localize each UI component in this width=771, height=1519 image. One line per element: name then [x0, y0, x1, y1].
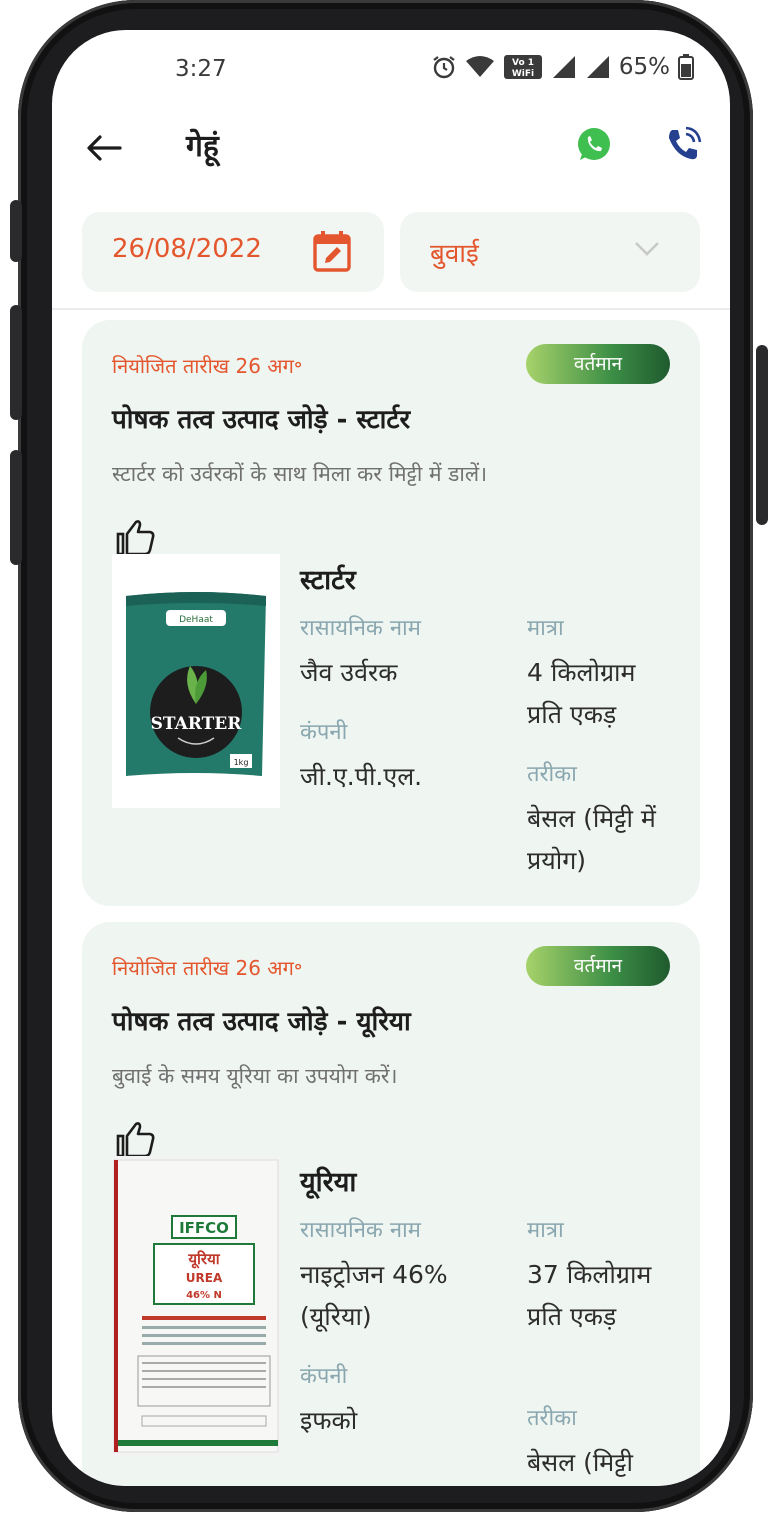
- phone-call-icon[interactable]: [664, 124, 704, 164]
- bag-hindi-text: यूरिया: [187, 1250, 220, 1269]
- svg-text:WiFi: WiFi: [512, 69, 534, 79]
- starter-bag-image: DeHaat STARTER 1kg: [112, 554, 280, 808]
- product-name: स्टार्टर: [300, 565, 356, 596]
- product-name: यूरिया: [300, 1167, 357, 1198]
- method-value: बेसल (मिट्टी में प्रयोग): [527, 804, 656, 875]
- quantity-label: मात्रा: [527, 1218, 564, 1243]
- status-time: 3:27: [175, 56, 227, 82]
- task-card[interactable]: नियोजित तारीख 26 अग॰ वर्तमान पोषक तत्व उ…: [82, 320, 700, 906]
- app-header: गेहूं: [52, 110, 730, 200]
- task-description: स्टार्टर को उर्वरकों के साथ मिला कर मिट्…: [112, 462, 488, 486]
- volte-wifi-icon: Vo 1 WiFi: [503, 55, 542, 79]
- scheduled-date: नियोजित तारीख 26 अग॰: [112, 354, 303, 378]
- scheduled-date: नियोजित तारीख 26 अग॰: [112, 956, 303, 980]
- quantity-value: 37 किलोग्राम प्रति एकड़: [527, 1260, 652, 1331]
- volume-button: [10, 200, 22, 262]
- battery-icon: [678, 54, 694, 80]
- method-label: तरीका: [527, 762, 577, 787]
- signal-icon: [586, 56, 609, 78]
- bag-weight-text: 1kg: [234, 758, 249, 767]
- quantity-label: मात्रा: [527, 616, 564, 641]
- bag-label-text: STARTER: [151, 714, 243, 734]
- bag-brand-text: DeHaat: [179, 615, 213, 625]
- task-description: बुवाई के समय यूरिया का उपयोग करें।: [112, 1064, 398, 1088]
- chevron-down-icon: [635, 242, 659, 256]
- bag-label-text: UREA: [186, 1271, 223, 1285]
- task-card[interactable]: नियोजित तारीख 26 अग॰ वर्तमान पोषक तत्व उ…: [82, 922, 700, 1486]
- chemical-name-label: रासायनिक नाम: [300, 616, 421, 641]
- quantity-value: 4 किलोग्राम प्रति एकड़: [527, 658, 636, 729]
- stage-value: बुवाई: [430, 239, 479, 269]
- company-label: कंपनी: [300, 1364, 348, 1389]
- chemical-name-label: रासायनिक नाम: [300, 1218, 421, 1243]
- task-title: पोषक तत्व उत्पाद जोड़े - यूरिया: [112, 1007, 411, 1037]
- stage-dropdown[interactable]: बुवाई: [400, 212, 700, 292]
- wifi-icon: [465, 56, 494, 77]
- svg-text:Vo 1: Vo 1: [512, 58, 534, 68]
- chemical-name-value: नाइट्रोजन 46% (यूरिया): [300, 1260, 448, 1331]
- date-picker[interactable]: 26/08/2022: [82, 212, 384, 292]
- filter-bar: 26/08/2022 बुवाई: [52, 212, 730, 310]
- thumbs-up-icon[interactable]: [116, 518, 164, 556]
- power-button: [756, 345, 768, 525]
- company-value: जी.ए.पी.एल.: [300, 762, 423, 791]
- urea-bag-image: IFFCO यूरिया UREA 46% N: [112, 1156, 280, 1456]
- signal-icon: [552, 56, 575, 78]
- method-value: बेसल (मिट्टी: [527, 1448, 633, 1477]
- calendar-icon[interactable]: [312, 230, 352, 272]
- battery-percent: 65%: [618, 54, 670, 80]
- app-screen: 3:27 Vo 1 WiFi 65% गेहूं 26/08/2022 बुवा…: [52, 30, 730, 1486]
- task-title: पोषक तत्व उत्पाद जोड़े - स्टार्टर: [112, 405, 411, 435]
- bag-nitrogen-text: 46% N: [186, 1290, 222, 1301]
- date-value: 26/08/2022: [112, 234, 262, 264]
- thumbs-up-icon[interactable]: [116, 1120, 164, 1158]
- status-icons: Vo 1 WiFi 65%: [431, 54, 694, 80]
- status-bar: 3:27 Vo 1 WiFi 65%: [52, 30, 730, 110]
- whatsapp-icon[interactable]: [574, 124, 614, 164]
- volume-down-button: [10, 450, 22, 565]
- alarm-icon: [433, 56, 455, 79]
- product-image: IFFCO यूरिया UREA 46% N: [112, 1156, 280, 1456]
- company-label: कंपनी: [300, 720, 348, 745]
- page-title: गेहूं: [186, 129, 219, 164]
- volume-up-button: [10, 305, 22, 420]
- method-label: तरीका: [527, 1406, 577, 1431]
- bag-brand-text: IFFCO: [179, 1219, 229, 1237]
- status-badge: वर्तमान: [526, 946, 670, 986]
- product-image: DeHaat STARTER 1kg: [112, 554, 280, 808]
- status-badge: वर्तमान: [526, 344, 670, 384]
- company-value: इफको: [300, 1406, 358, 1435]
- chemical-name-value: जैव उर्वरक: [300, 658, 398, 687]
- arrow-left-icon[interactable]: [84, 128, 124, 168]
